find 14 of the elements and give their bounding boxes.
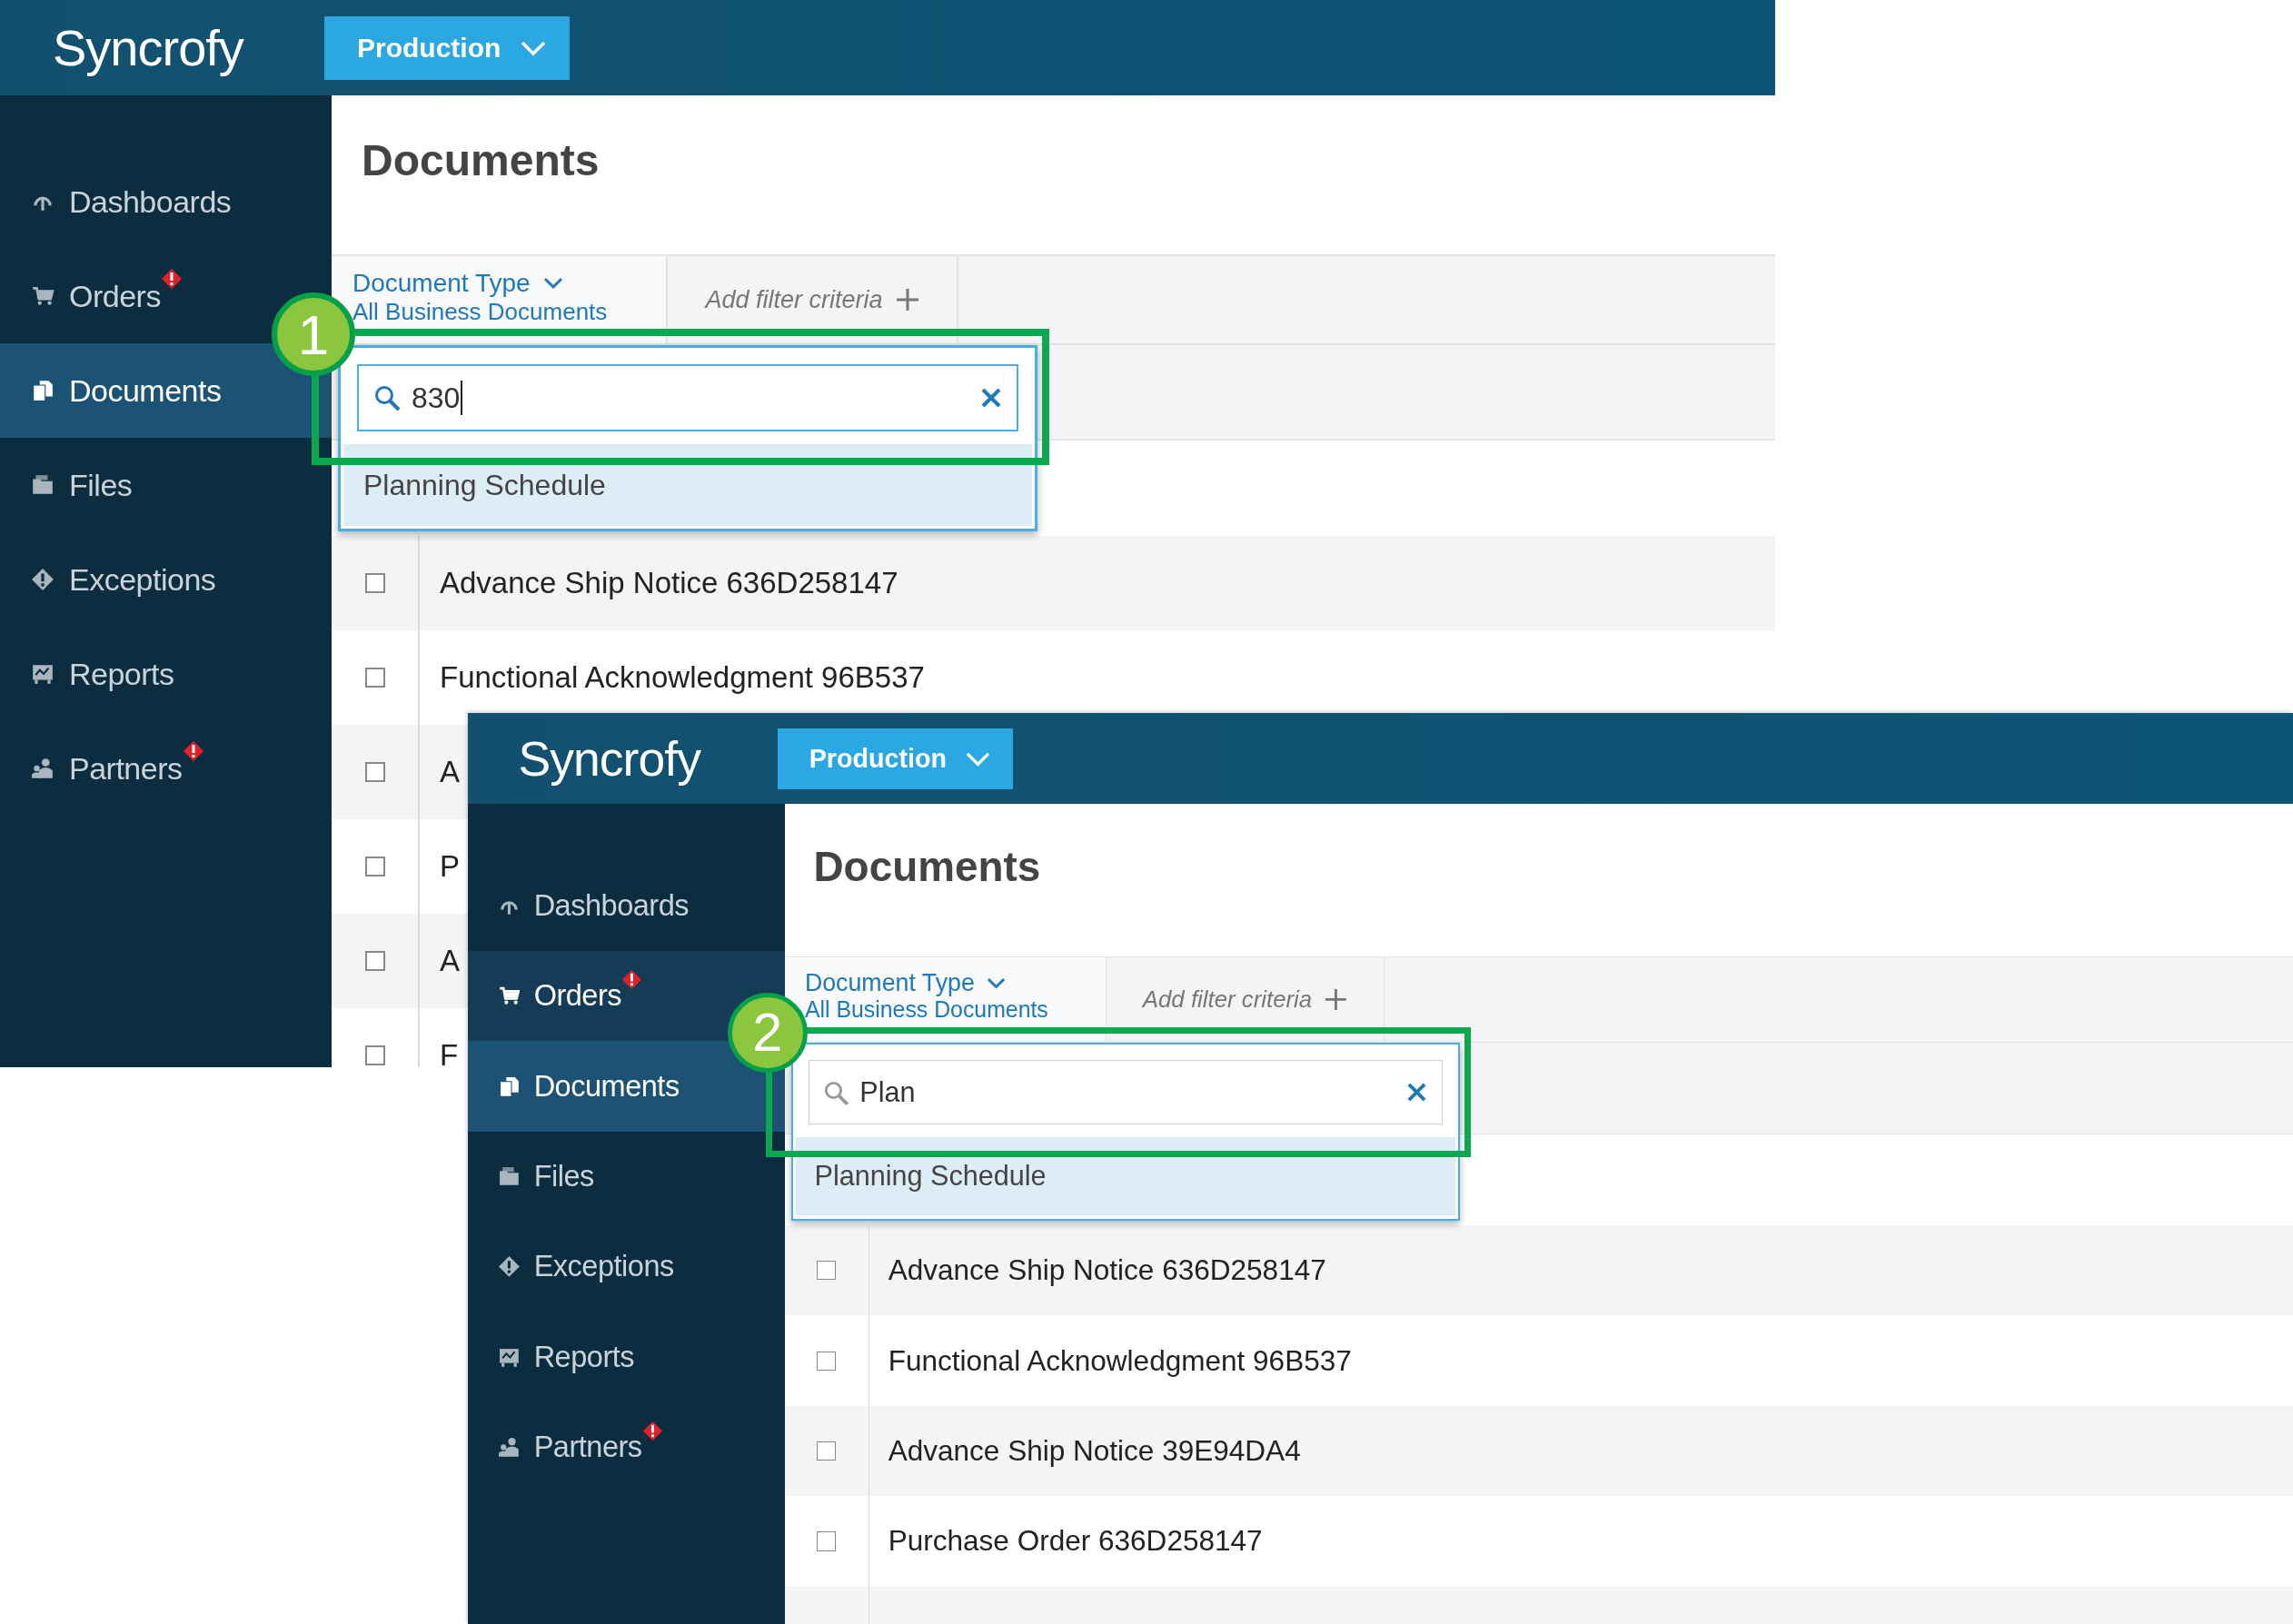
logo: Syncrofy (53, 19, 243, 76)
document-name: Advance Ship Notice 636D258147 (439, 566, 898, 600)
logo: Syncrofy (518, 731, 700, 786)
page-title: Documents (813, 843, 1041, 891)
document-name: Advance Ship Notice 636D258147 (887, 1253, 1326, 1288)
page-title: Documents (362, 136, 600, 184)
document-name: A (439, 944, 460, 978)
document-name: Advance Ship Notice 39E94DA4 (887, 1434, 1301, 1469)
document-name: F (439, 1038, 459, 1067)
document-name: A (439, 755, 460, 789)
document-name: Functional Acknowledgment 96B537 (439, 660, 925, 695)
document-name: Purchase Order 636D258147 (887, 1524, 1263, 1559)
document-name: P (439, 849, 460, 884)
document-name: Functional Acknowledgment 96B537 (887, 1343, 1352, 1378)
